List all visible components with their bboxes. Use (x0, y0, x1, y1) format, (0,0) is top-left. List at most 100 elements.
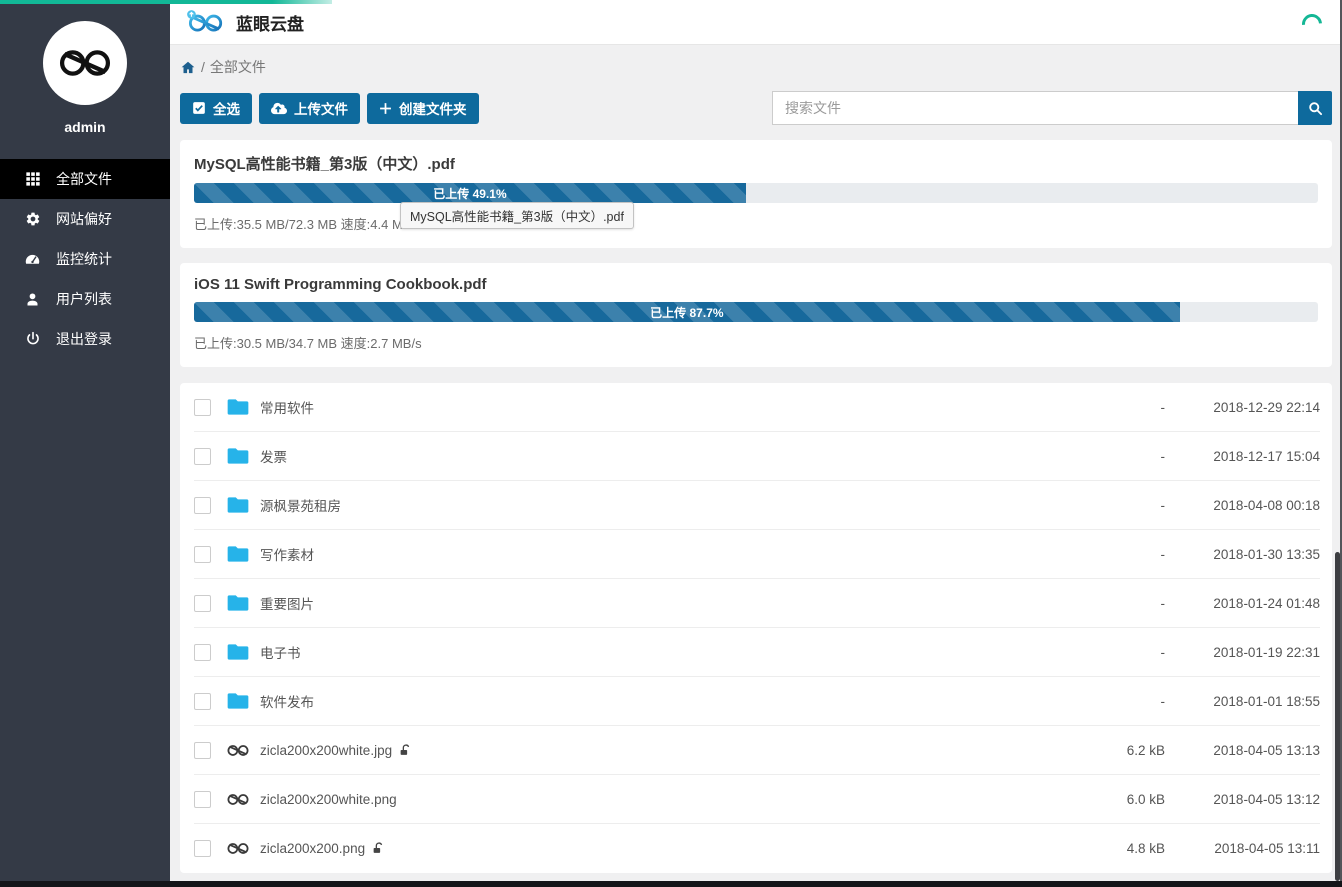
brand-logo-icon (184, 9, 226, 35)
folder-icon (226, 643, 250, 661)
upload-progress-track: 已上传 87.7% (194, 302, 1318, 322)
file-size: - (1055, 694, 1165, 709)
folder-icon (226, 398, 250, 416)
grid-icon (24, 171, 41, 188)
file-row[interactable]: 源枫景苑租房 - 2018-04-08 00:18 (194, 481, 1320, 530)
row-checkbox[interactable] (194, 791, 211, 808)
row-checkbox[interactable] (194, 595, 211, 612)
file-size: - (1055, 645, 1165, 660)
file-logo-icon (226, 840, 250, 857)
file-list: 常用软件 - 2018-12-29 22:14 发票 - 2018-12-17 … (180, 383, 1332, 873)
sidebar-item-label: 网站偏好 (56, 209, 112, 229)
sidebar-item-site-preferences[interactable]: 网站偏好 (0, 199, 170, 239)
file-date: 2018-01-30 13:35 (1165, 547, 1320, 562)
file-row[interactable]: 写作素材 - 2018-01-30 13:35 (194, 530, 1320, 579)
folder-icon (227, 398, 249, 416)
loading-progress-bar (0, 0, 332, 4)
file-row[interactable]: 电子书 - 2018-01-19 22:31 (194, 628, 1320, 677)
row-checkbox[interactable] (194, 399, 211, 416)
select-all-button[interactable]: 全选 (180, 93, 252, 124)
row-checkbox[interactable] (194, 840, 211, 857)
file-row[interactable]: zicla200x200white.png 6.0 kB 2018-04-05 … (194, 775, 1320, 824)
breadcrumb: / 全部文件 (180, 57, 1332, 77)
row-checkbox[interactable] (194, 742, 211, 759)
user-icon (24, 291, 41, 308)
toolbar-buttons: 全选 上传文件 创建文件夹 (180, 93, 479, 124)
file-name: 常用软件 (260, 397, 314, 417)
sidebar-item-logout[interactable]: 退出登录 (0, 319, 170, 359)
file-date: 2018-04-05 13:12 (1165, 792, 1320, 807)
folder-icon (227, 594, 249, 612)
file-name: 软件发布 (260, 691, 314, 711)
file-logo-icon (226, 791, 250, 808)
vertical-scrollbar[interactable] (1335, 552, 1340, 881)
sidebar: admin 全部文件 网站偏好 监控统计 用户列表 (0, 0, 170, 881)
row-checkbox[interactable] (194, 644, 211, 661)
sidebar-item-label: 退出登录 (56, 329, 112, 349)
search-button[interactable] (1298, 91, 1332, 125)
upload-file-name: MySQL高性能书籍_第3版（中文）.pdf (194, 153, 1318, 174)
upload-file-button[interactable]: 上传文件 (259, 93, 360, 124)
file-row[interactable]: 重要图片 - 2018-01-24 01:48 (194, 579, 1320, 628)
file-date: 2018-01-24 01:48 (1165, 596, 1320, 611)
file-name: 电子书 (260, 642, 301, 662)
file-row[interactable]: 软件发布 - 2018-01-01 18:55 (194, 677, 1320, 726)
row-checkbox[interactable] (194, 693, 211, 710)
username: admin (0, 119, 170, 135)
folder-icon (227, 643, 249, 661)
brand-infinity-icon (56, 45, 114, 81)
loading-spinner-icon (1298, 10, 1326, 38)
file-size: - (1055, 596, 1165, 611)
folder-icon (226, 545, 250, 563)
row-checkbox[interactable] (194, 497, 211, 514)
file-size: - (1055, 547, 1165, 562)
home-icon[interactable] (180, 60, 196, 75)
row-checkbox[interactable] (194, 546, 211, 563)
file-name: 源枫景苑租房 (260, 495, 341, 515)
search-group (772, 91, 1332, 125)
create-folder-button[interactable]: 创建文件夹 (367, 93, 479, 124)
file-name: 发票 (260, 446, 287, 466)
folder-icon (226, 496, 250, 514)
file-icon (226, 791, 250, 808)
create-folder-label: 创建文件夹 (399, 98, 467, 118)
avatar[interactable] (43, 21, 127, 105)
power-icon (24, 331, 41, 348)
file-row[interactable]: zicla200x200.png 4.8 kB 2018-04-05 13:11 (194, 824, 1320, 873)
sidebar-item-monitoring[interactable]: 监控统计 (0, 239, 170, 279)
search-input[interactable] (772, 91, 1298, 125)
upload-progress-fill: 已上传 87.7% (194, 302, 1180, 322)
file-date: 2018-04-08 00:18 (1165, 498, 1320, 513)
file-row[interactable]: 发票 - 2018-12-17 15:04 (194, 432, 1320, 481)
upload-file-name: iOS 11 Swift Programming Cookbook.pdf (194, 276, 1318, 293)
file-row[interactable]: 常用软件 - 2018-12-29 22:14 (194, 383, 1320, 432)
folder-icon (227, 447, 249, 465)
unlock-icon (372, 842, 385, 855)
folder-icon (226, 594, 250, 612)
upload-info: 已上传:30.5 MB/34.7 MB 速度:2.7 MB/s (194, 333, 1318, 352)
file-icon (226, 840, 250, 857)
check-square-icon (192, 101, 206, 115)
sidebar-nav: 全部文件 网站偏好 监控统计 用户列表 退出登录 (0, 159, 170, 359)
row-checkbox[interactable] (194, 448, 211, 465)
main-content: / 全部文件 全选 上传文件 创建文件夹 MySQL高性能书籍_ (170, 45, 1342, 881)
sidebar-item-all-files[interactable]: 全部文件 (0, 159, 170, 199)
file-size: 6.0 kB (1055, 792, 1165, 807)
file-date: 2018-12-17 15:04 (1165, 449, 1320, 464)
upload-progress-track: 已上传 49.1% (194, 183, 1318, 203)
file-size: 4.8 kB (1055, 841, 1165, 856)
sidebar-item-user-list[interactable]: 用户列表 (0, 279, 170, 319)
file-name: zicla200x200.png (260, 841, 385, 856)
file-date: 2018-04-05 13:13 (1165, 743, 1320, 758)
gauge-icon (24, 251, 41, 268)
breadcrumb-separator: / (201, 59, 205, 75)
window-bottom-edge (0, 881, 1342, 887)
file-row[interactable]: zicla200x200white.jpg 6.2 kB 2018-04-05 … (194, 726, 1320, 775)
upload-info: 已上传:35.5 MB/72.3 MB 速度:4.4 MB/s (194, 214, 1318, 233)
upload-progress-fill: 已上传 49.1% (194, 183, 746, 203)
folder-icon (227, 545, 249, 563)
folder-icon (226, 447, 250, 465)
upload-card: MySQL高性能书籍_第3版（中文）.pdf 已上传 49.1% 已上传:35.… (180, 140, 1332, 248)
toolbar: 全选 上传文件 创建文件夹 (180, 91, 1332, 125)
file-name: zicla200x200white.png (260, 792, 397, 807)
